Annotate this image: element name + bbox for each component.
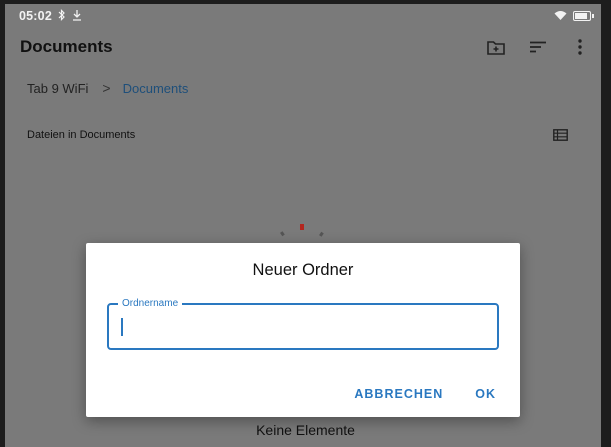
wifi-icon: [554, 9, 567, 23]
folder-name-field[interactable]: Ordnername: [107, 297, 499, 350]
page-title: Documents: [20, 37, 113, 56]
dialog-buttons: ABBRECHEN OK: [354, 387, 496, 401]
list-view-icon: [553, 129, 568, 141]
empty-state-label: Keine Elemente: [256, 422, 355, 438]
app-screen: 05:02 Documents Tab 9 WiFi > Documents D…: [0, 0, 611, 447]
new-folder-button[interactable]: [475, 30, 517, 64]
breadcrumb-root[interactable]: Tab 9 WiFi: [27, 81, 88, 96]
chevron-right-icon: >: [102, 80, 111, 96]
bluetooth-icon: [58, 8, 66, 24]
app-bar: Documents: [10, 28, 601, 66]
dialog-title: Neuer Ordner: [252, 261, 354, 279]
breadcrumb-current[interactable]: Documents: [123, 81, 189, 96]
files-section-label: Dateien in Documents: [27, 129, 136, 141]
new-folder-dialog: Neuer Ordner Ordnername ABBRECHEN OK: [86, 243, 520, 417]
cancel-button[interactable]: ABBRECHEN: [354, 387, 443, 401]
more-vert-icon: [578, 39, 582, 55]
app-bar-actions: [475, 30, 601, 64]
view-toggle-button[interactable]: [553, 129, 568, 141]
battery-icon: [573, 11, 594, 21]
sort-icon: [530, 41, 546, 53]
folder-name-label: Ordnername: [118, 297, 183, 310]
status-bar: 05:02: [10, 4, 601, 28]
text-cursor: [121, 318, 123, 336]
loading-spinner-icon: [280, 224, 324, 237]
files-section-header: Dateien in Documents: [10, 124, 601, 146]
status-time: 05:02: [19, 9, 52, 23]
status-icons-right: [554, 9, 594, 23]
device-bezel-left: [0, 0, 5, 447]
folder-name-input[interactable]: [119, 313, 479, 339]
device-bezel-right: [601, 0, 611, 447]
breadcrumb: Tab 9 WiFi > Documents: [10, 76, 601, 100]
download-icon: [72, 9, 82, 24]
new-folder-icon: [487, 40, 505, 55]
more-options-button[interactable]: [559, 30, 601, 64]
sort-button[interactable]: [517, 30, 559, 64]
ok-button[interactable]: OK: [475, 387, 496, 401]
